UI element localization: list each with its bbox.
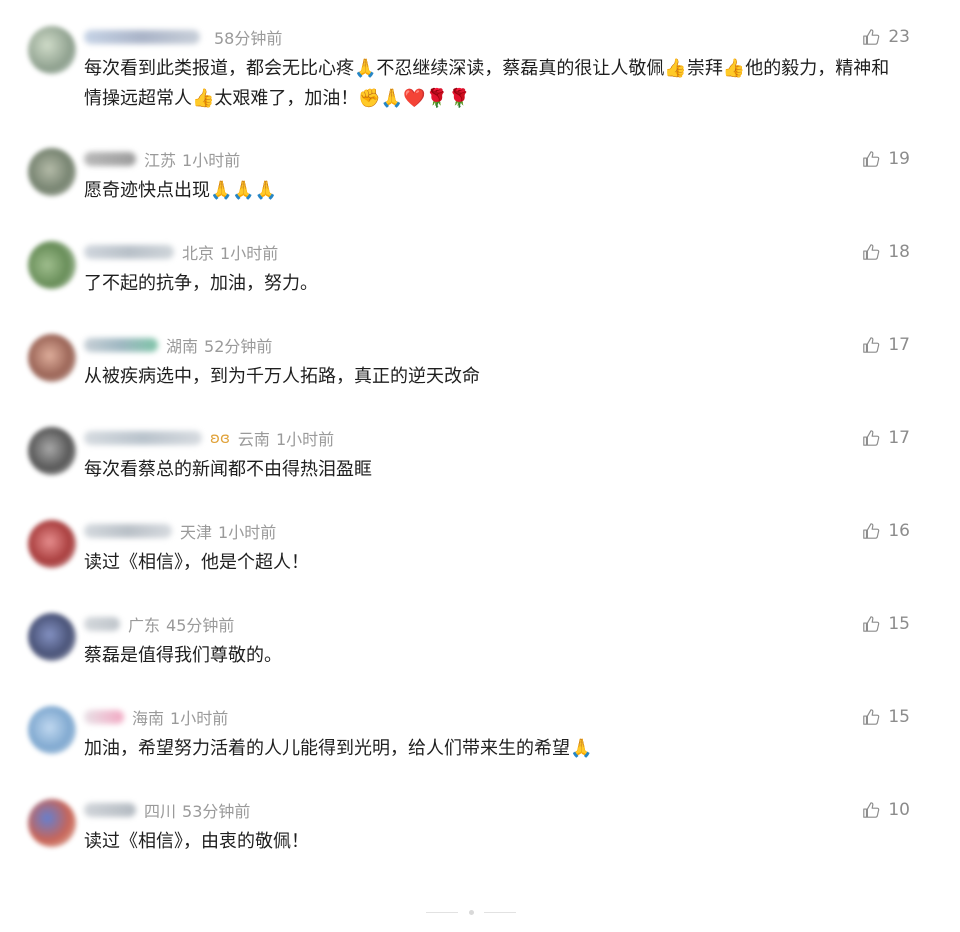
region-label: 湖南 [166,337,199,356]
region-label: 广东 [128,616,161,635]
like-button[interactable]: 17 [862,427,910,449]
blurred-username[interactable] [84,803,136,817]
region-label: 海南 [132,709,165,728]
timestamp: 58分钟前 [214,29,283,48]
blurred-username[interactable] [84,710,124,724]
timestamp: 1小时前 [275,430,335,449]
comment-item: 湖南 52分钟前 从被疾病选中，到为千万人拓路，真正的逆天改命 17 [0,334,960,414]
like-button[interactable]: 16 [862,520,910,542]
page-dot [468,909,474,915]
like-count: 18 [888,242,910,262]
thumbs-up-icon [863,244,880,260]
timestamp: 1小时前 [182,151,241,170]
region-label: 江苏 [144,151,177,170]
timestamp: 1小时前 [218,523,277,542]
comment-text: 加油，希望努力活着的人儿能得到光明，给人们带来生的希望🙏 [84,738,593,759]
like-button[interactable]: 15 [862,706,910,728]
thumbs-up-icon [863,616,880,632]
comment-item: 江苏 1小时前 愿奇迹快点出现🙏🙏🙏 19 [0,148,960,228]
like-count: 23 [888,27,910,47]
like-button[interactable]: 10 [862,799,910,821]
like-count: 15 [888,707,910,727]
blurred-username[interactable] [84,245,174,259]
like-count: 19 [888,149,910,169]
comment-item: 天津 1小时前 读过《相信》，他是个超人！ 16 [0,520,960,600]
thumbs-up-icon [863,430,880,446]
butterfly-badge-icon: ʚɞ [210,429,230,447]
pagination-indicator [426,906,516,918]
avatar[interactable] [28,799,76,847]
comment-meta: 海南 1小时前 [84,706,228,728]
thumbs-up-icon [863,523,880,539]
like-count: 17 [888,428,910,448]
avatar[interactable] [28,613,76,661]
thumbs-up-icon [863,337,880,353]
avatar[interactable] [28,427,76,475]
like-button[interactable]: 15 [862,613,910,635]
comment-text: 读过《相信》，由衷的敬佩！ [84,831,309,852]
like-button[interactable]: 23 [862,26,910,48]
comment-meta: ʚɞ 云南 1小时前 [84,427,334,449]
avatar[interactable] [28,520,76,568]
timestamp: 45分钟前 [166,616,235,635]
thumbs-up-icon [863,29,880,45]
blurred-username[interactable] [84,30,200,44]
like-count: 15 [888,614,910,634]
comment-meta: 58分钟前 [84,26,282,48]
like-button[interactable]: 17 [862,334,910,356]
comment-text: 从被疾病选中，到为千万人拓路，真正的逆天改命 [84,366,480,387]
avatar[interactable] [28,706,76,754]
comment-text: 读过《相信》，他是个超人！ [84,552,309,573]
divider [484,911,516,913]
comment-meta: 湖南 52分钟前 [84,334,272,356]
comment-meta: 北京 1小时前 [84,241,278,263]
blurred-username[interactable] [84,338,158,352]
avatar[interactable] [28,26,76,74]
timestamp: 53分钟前 [182,802,251,821]
blurred-username[interactable] [84,152,136,166]
thumbs-up-icon [863,802,880,818]
divider [426,911,458,913]
comment-meta: 江苏 1小时前 [84,148,240,170]
comment-text: 蔡磊是值得我们尊敬的。 [84,645,282,666]
thumbs-up-icon [863,709,880,725]
timestamp: 1小时前 [170,709,229,728]
comment-text: 了不起的抗争，加油，努力。 [84,273,318,294]
comment-item: ʚɞ 云南 1小时前 每次看蔡总的新闻都不由得热泪盈眶 17 [0,427,960,507]
region-label: 四川 [144,802,177,821]
thumbs-up-icon [863,151,880,167]
comment-item: 广东 45分钟前 蔡磊是值得我们尊敬的。 15 [0,613,960,693]
timestamp: 1小时前 [220,244,279,263]
comment-meta: 四川 53分钟前 [84,799,250,821]
comment-meta: 广东 45分钟前 [84,613,234,635]
timestamp: 52分钟前 [204,337,273,356]
comment-meta: 天津 1小时前 [84,520,276,542]
like-button[interactable]: 19 [862,148,910,170]
like-count: 10 [888,800,910,820]
comment-item: 北京 1小时前 了不起的抗争，加油，努力。 18 [0,241,960,321]
like-count: 16 [888,521,910,541]
avatar[interactable] [28,241,76,289]
comment-text: 每次看到此类报道，都会无比心疼🙏不忍继续深读，蔡磊真的很让人敬佩👍崇拜👍他的毅力… [84,58,890,109]
region-label: 北京 [182,244,215,263]
blurred-username[interactable] [84,431,202,445]
blurred-username[interactable] [84,617,120,631]
comment-item: 海南 1小时前 加油，希望努力活着的人儿能得到光明，给人们带来生的希望🙏 15 [0,706,960,786]
avatar[interactable] [28,148,76,196]
region-label: 天津 [180,523,213,542]
like-count: 17 [888,335,910,355]
comment-item: 58分钟前 每次看到此类报道，都会无比心疼🙏不忍继续深读，蔡磊真的很让人敬佩👍崇… [0,26,960,109]
like-button[interactable]: 18 [862,241,910,263]
region-label: 云南 [237,430,270,449]
avatar[interactable] [28,334,76,382]
comment-item: 四川 53分钟前 读过《相信》，由衷的敬佩！ 10 [0,799,960,879]
comment-text: 每次看蔡总的新闻都不由得热泪盈眶 [84,459,372,480]
blurred-username[interactable] [84,524,172,538]
comment-text: 愿奇迹快点出现🙏🙏🙏 [84,180,278,201]
